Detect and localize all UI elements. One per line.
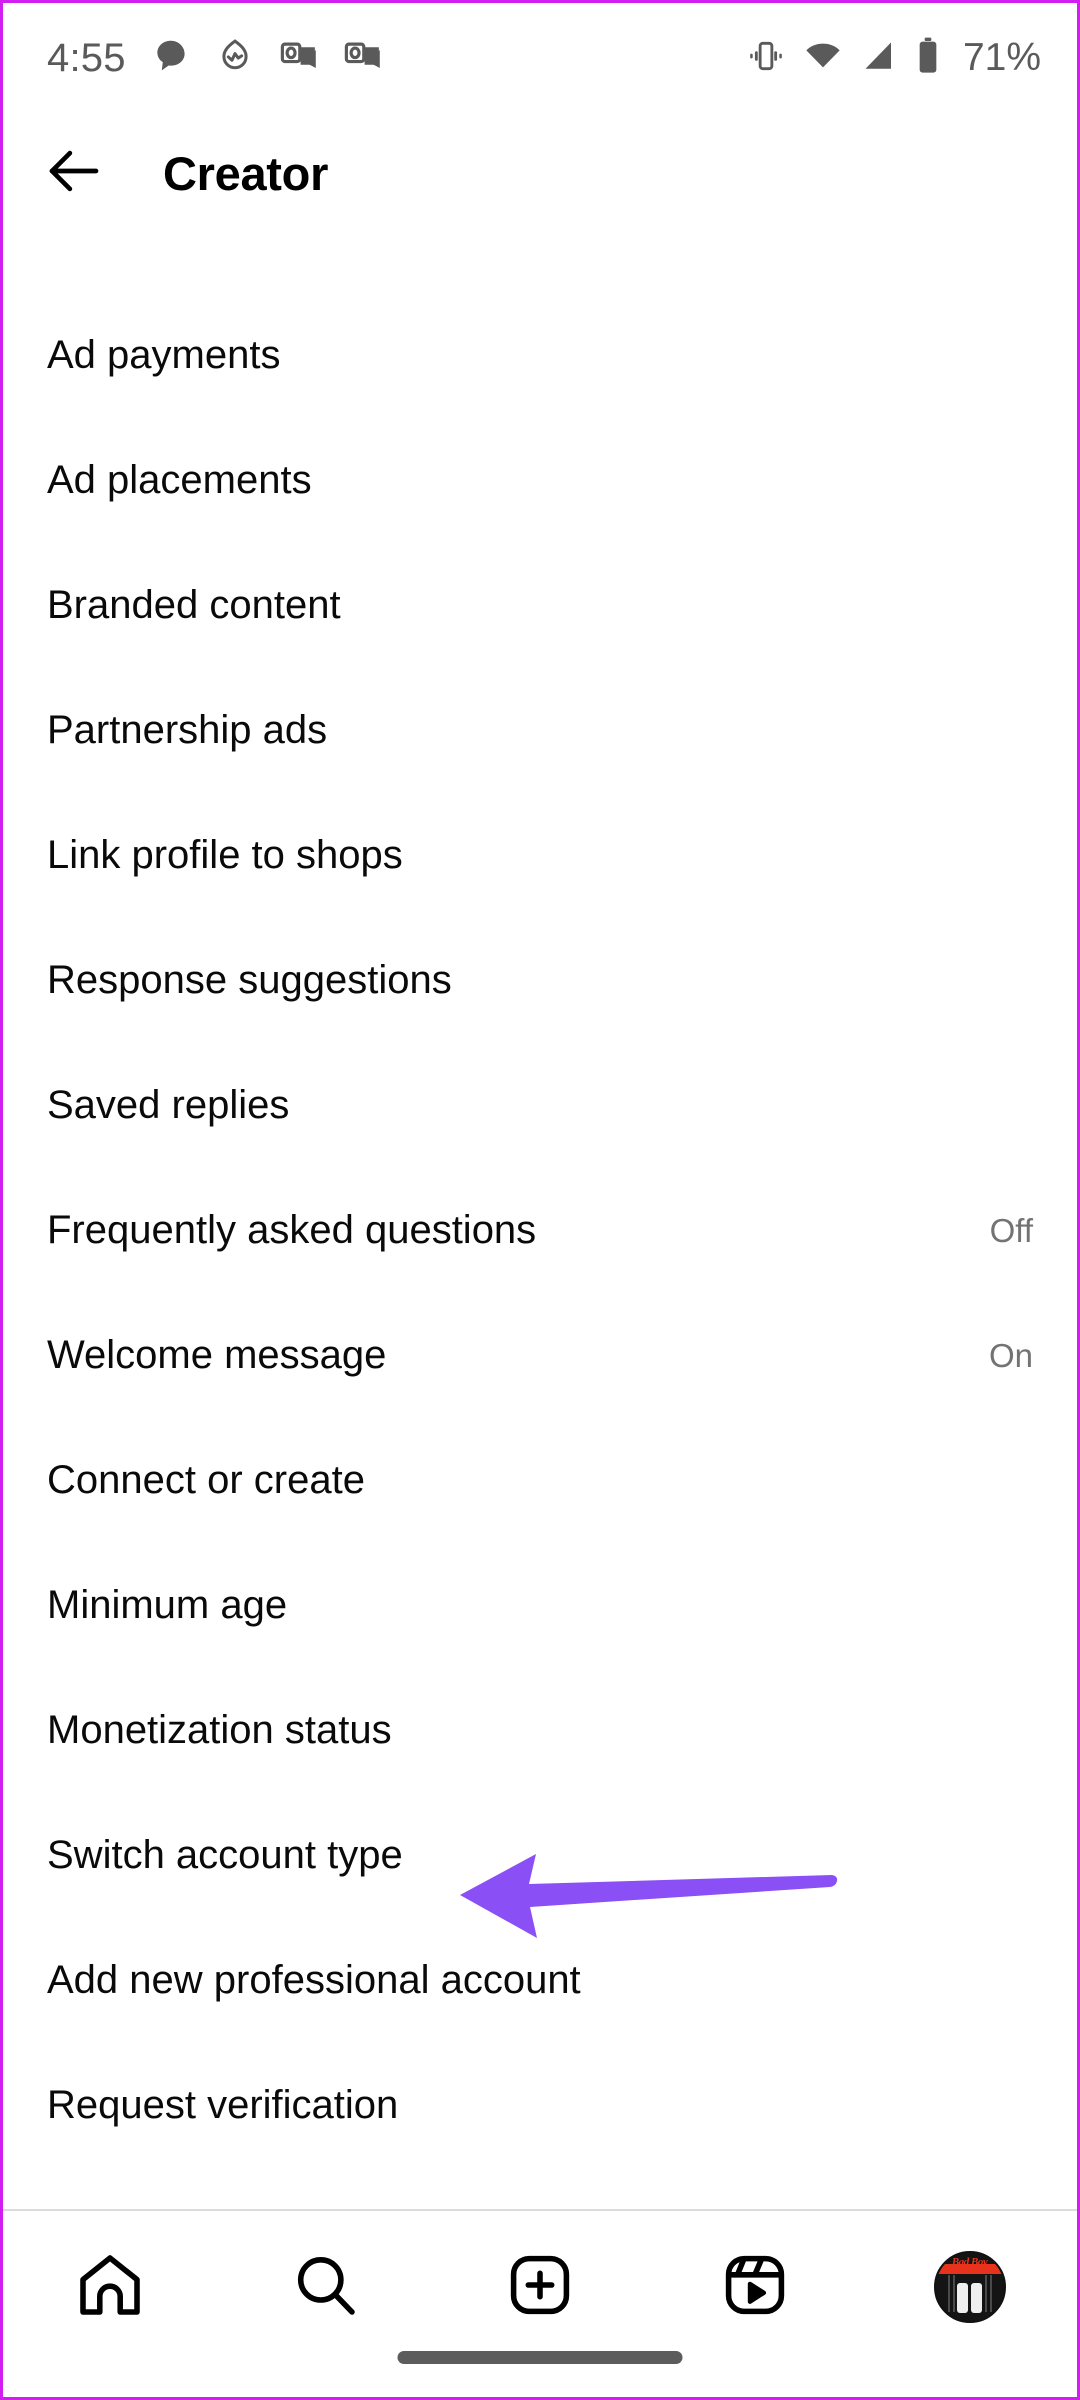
menu-item-link-profile-to-shops[interactable]: Link profile to shops xyxy=(3,793,1077,918)
nav-item-profile[interactable]: Bad Boy xyxy=(895,2241,1045,2333)
vibrate-icon xyxy=(747,37,785,80)
cellular-signal-icon xyxy=(861,38,897,79)
status-bar: 4:55 71% xyxy=(3,3,1077,113)
back-arrow-icon xyxy=(41,138,107,209)
gesture-navigation-bar[interactable] xyxy=(397,2351,683,2364)
menu-item-label: Link profile to shops xyxy=(47,833,403,877)
reels-icon xyxy=(719,2249,791,2326)
menu-item-branded-content[interactable]: Branded content xyxy=(3,543,1077,668)
menu-item-label: Welcome message xyxy=(47,1333,387,1377)
profile-avatar: Bad Boy xyxy=(933,2251,1006,2323)
menu-item-label: Partnership ads xyxy=(47,708,328,752)
nav-item-home[interactable] xyxy=(35,2241,185,2333)
menu-item-label: Ad payments xyxy=(47,333,281,377)
menu-item-ad-placements[interactable]: Ad placements xyxy=(3,418,1077,543)
menu-item-partnership-ads[interactable]: Partnership ads xyxy=(3,668,1077,793)
menu-item-label: Monetization status xyxy=(47,1708,392,1752)
creator-settings-list: Ad payments Ad placements Branded conten… xyxy=(3,293,1077,2168)
battery-percent-label: 71% xyxy=(962,36,1041,79)
nav-item-reels[interactable] xyxy=(680,2241,830,2333)
menu-item-frequently-asked-questions[interactable]: Frequently asked questions Off xyxy=(3,1168,1077,1293)
phone-screen: 4:55 71% Creator Ad payments Ad placemen… xyxy=(0,0,1080,2400)
avatar-banner-text: Bad Boy xyxy=(951,2256,988,2269)
wifi-icon xyxy=(803,36,843,81)
outlook-icon xyxy=(344,37,382,80)
menu-item-minimum-age[interactable]: Minimum age xyxy=(3,1543,1077,1668)
home-icon xyxy=(74,2249,146,2326)
menu-item-connect-or-create[interactable]: Connect or create xyxy=(3,1418,1077,1543)
menu-item-label: Add new professional account xyxy=(47,1958,581,2002)
menu-item-value: Off xyxy=(989,1211,1033,1249)
menu-item-welcome-message[interactable]: Welcome message On xyxy=(3,1293,1077,1418)
menu-item-saved-replies[interactable]: Saved replies xyxy=(3,1043,1077,1168)
menu-item-ad-payments[interactable]: Ad payments xyxy=(3,293,1077,418)
menu-item-label: Frequently asked questions xyxy=(47,1208,537,1252)
menu-item-label: Connect or create xyxy=(47,1458,365,1502)
menu-item-label: Switch account type xyxy=(47,1833,403,1877)
menu-item-response-suggestions[interactable]: Response suggestions xyxy=(3,918,1077,1043)
messages-bubble-icon xyxy=(152,37,190,80)
status-bar-left: 4:55 xyxy=(47,36,747,81)
battery-icon xyxy=(915,36,941,81)
menu-item-label: Response suggestions xyxy=(47,958,452,1002)
menu-item-switch-account-type[interactable]: Switch account type xyxy=(3,1793,1077,1918)
menu-item-label: Saved replies xyxy=(47,1083,290,1127)
page-title: Creator xyxy=(163,146,329,200)
status-bar-right: 71% xyxy=(747,36,1041,81)
status-clock: 4:55 xyxy=(47,35,126,80)
outlook-icon xyxy=(280,37,318,80)
health-activity-icon xyxy=(216,37,254,80)
menu-item-add-new-professional-account[interactable]: Add new professional account xyxy=(3,1918,1077,2043)
nav-item-create[interactable] xyxy=(465,2241,615,2333)
search-icon xyxy=(289,2249,361,2326)
create-plus-icon xyxy=(504,2249,576,2326)
nav-item-search[interactable] xyxy=(250,2241,400,2333)
menu-item-value: On xyxy=(988,1336,1033,1374)
menu-item-request-verification[interactable]: Request verification xyxy=(3,2043,1077,2168)
menu-item-label: Branded content xyxy=(47,583,341,627)
menu-item-label: Request verification xyxy=(47,2083,399,2127)
menu-item-label: Minimum age xyxy=(47,1583,288,1627)
menu-item-label: Ad placements xyxy=(47,458,312,502)
bottom-navigation-bar: Bad Boy xyxy=(3,2209,1077,2397)
menu-item-monetization-status[interactable]: Monetization status xyxy=(3,1668,1077,1793)
back-button[interactable] xyxy=(19,118,129,228)
app-header: Creator xyxy=(3,113,1077,233)
